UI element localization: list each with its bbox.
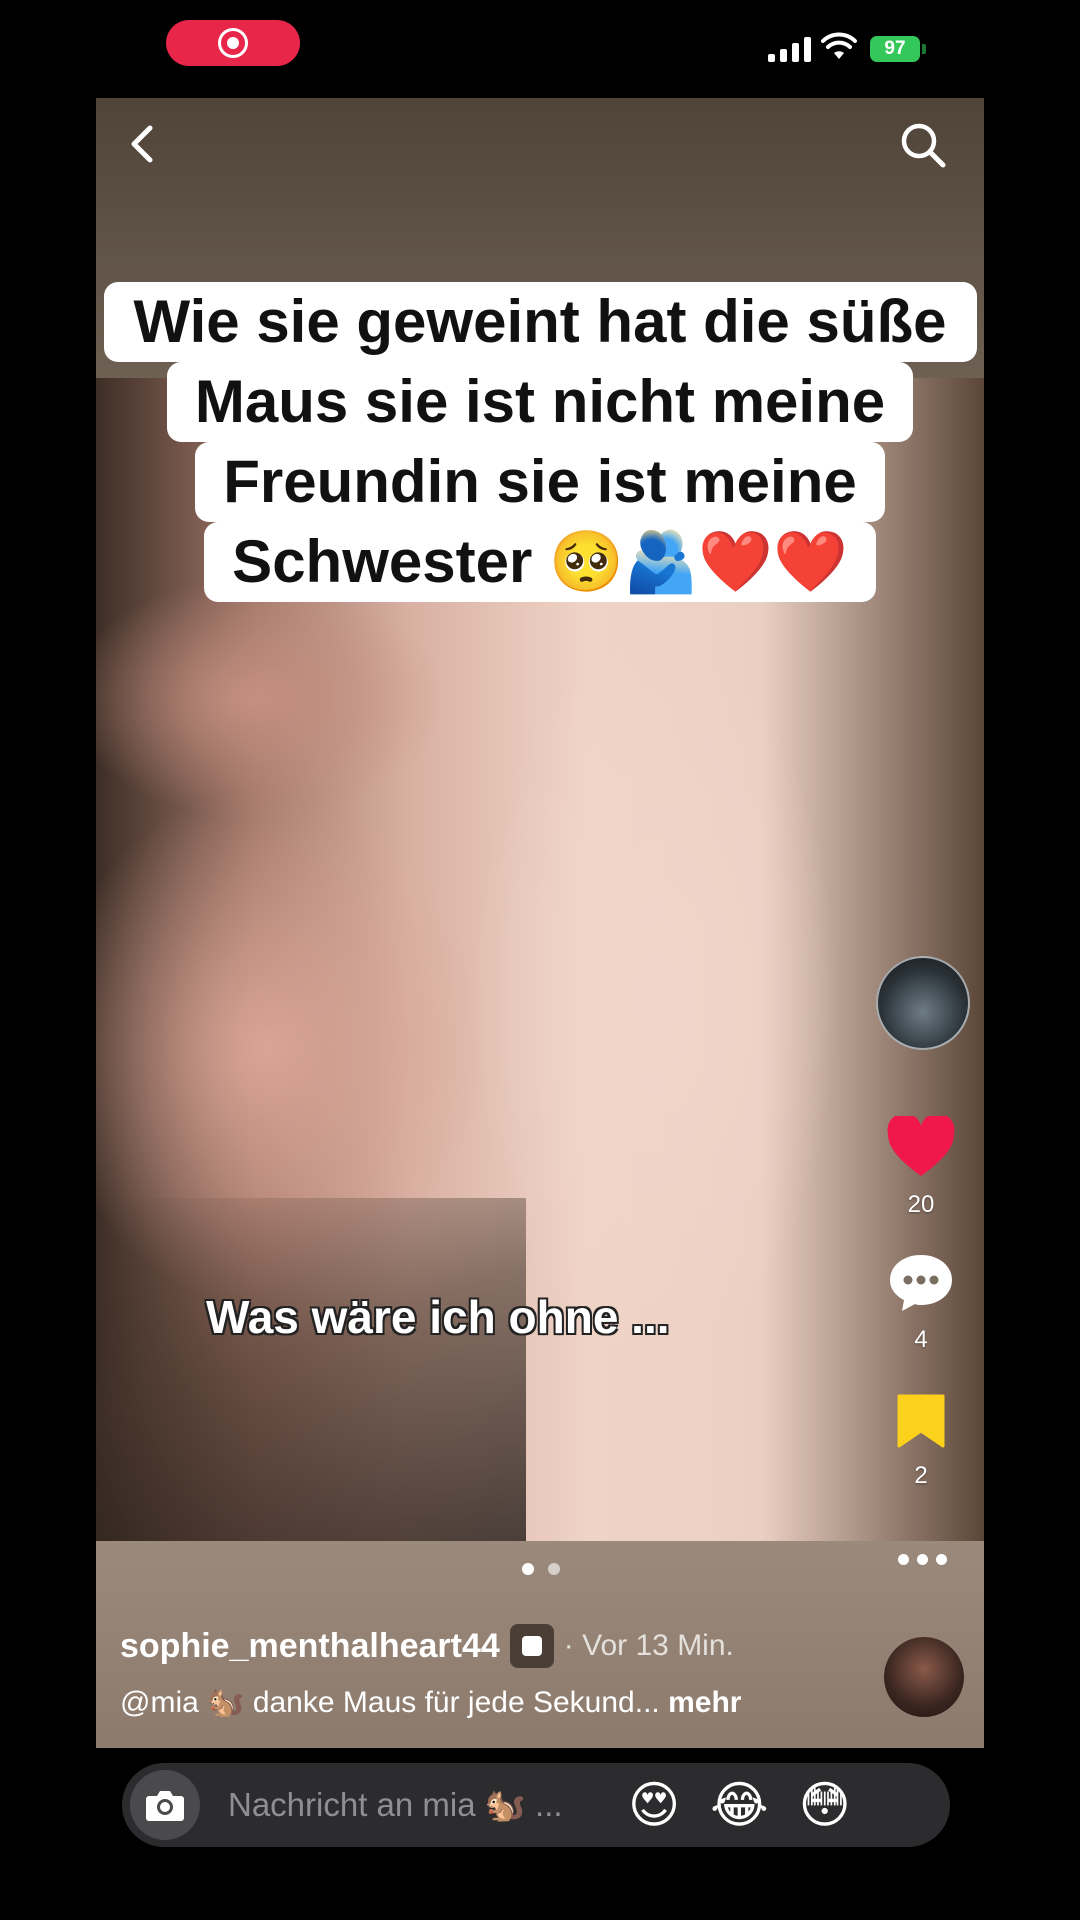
post-caption: Wie sie geweint hat die süße Maus sie is…: [0, 282, 1080, 602]
wifi-icon: [821, 32, 857, 59]
cellular-signal-icon: [768, 36, 811, 62]
comment-icon: [890, 1255, 952, 1311]
description-text: @mia 🐿️ danke Maus für jede Sekund...: [120, 1686, 660, 1719]
caption-line: Freundin sie ist meine: [195, 442, 885, 522]
quick-reaction-laughing[interactable]: 😂: [710, 1776, 768, 1834]
like-button[interactable]: 20: [880, 1113, 962, 1219]
camera-icon: [146, 1791, 184, 1821]
message-bar: Nachricht an mia 🐿️ ... 😍 😂 😳: [122, 1763, 950, 1847]
heart-icon: [887, 1113, 955, 1176]
back-icon[interactable]: [120, 120, 168, 168]
search-icon[interactable]: [898, 120, 948, 170]
author-avatar[interactable]: [884, 1637, 964, 1717]
battery-indicator: 97: [870, 36, 926, 62]
comment-button[interactable]: 4: [880, 1253, 962, 1354]
camera-button[interactable]: [130, 1770, 200, 1840]
post-time: · Vor 13 Min.: [563, 1629, 734, 1662]
author-row[interactable]: sophie_menthalheart44 · Vor 13 Min.: [120, 1624, 734, 1668]
post-description[interactable]: @mia 🐿️ danke Maus für jede Sekund... me…: [120, 1685, 741, 1720]
bookmark-button[interactable]: 2: [880, 1393, 962, 1490]
quick-reaction-heart-eyes[interactable]: 😍: [628, 1776, 680, 1834]
record-icon: [218, 28, 248, 58]
carousel-indicator: [522, 1563, 560, 1575]
carousel-dot: [522, 1563, 534, 1575]
caption-line: Maus sie ist nicht meine: [166, 362, 914, 442]
save-count: 2: [914, 1462, 928, 1489]
screen-recording-indicator[interactable]: [166, 20, 300, 66]
sound-avatar[interactable]: [876, 956, 970, 1050]
like-count: 20: [907, 1191, 935, 1218]
photo-shadow: [96, 1198, 526, 1541]
battery-level: 97: [884, 38, 906, 59]
video-overlay-text: Was wäre ich ohne ...: [206, 1291, 670, 1343]
caption-line: Schwester 🥺🫂❤️❤️: [204, 522, 876, 602]
caption-line: Wie sie geweint hat die süße: [103, 282, 977, 362]
more-link[interactable]: mehr: [668, 1686, 741, 1719]
bookmark-icon: [897, 1394, 945, 1448]
more-options-icon[interactable]: [898, 1554, 947, 1565]
comment-count: 4: [914, 1326, 928, 1353]
message-input[interactable]: Nachricht an mia 🐿️ ...: [228, 1786, 598, 1825]
author-name[interactable]: sophie_menthalheart44: [120, 1627, 500, 1666]
carousel-dot: [548, 1563, 560, 1575]
quick-reaction-flushed[interactable]: 😳: [799, 1776, 851, 1834]
repost-badge-icon: [509, 1624, 554, 1668]
